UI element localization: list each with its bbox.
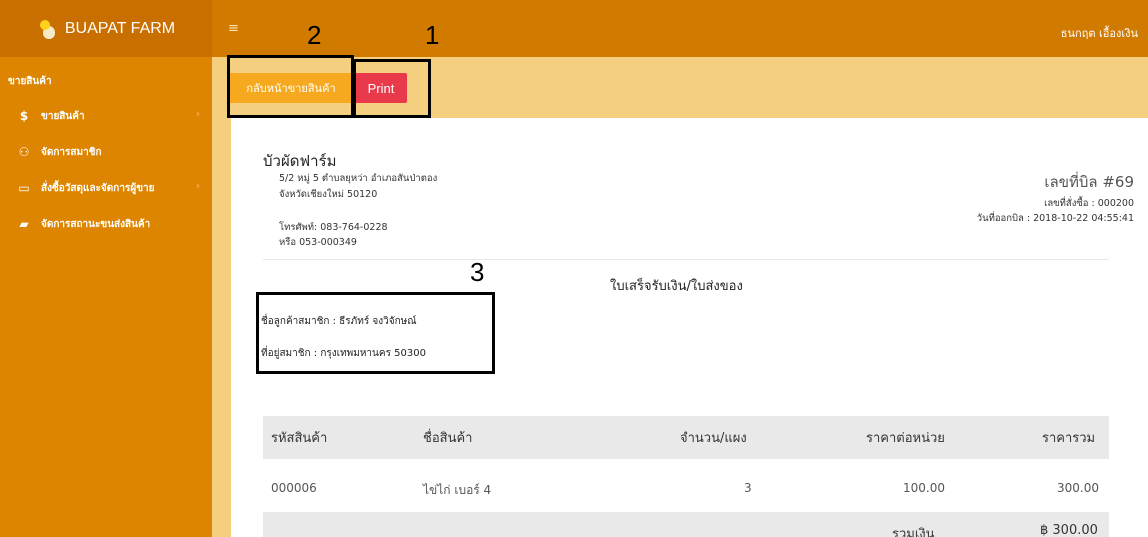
table-cell-qty: 3 bbox=[744, 481, 752, 495]
sidebar-item-label: ขายสินค้า bbox=[41, 110, 85, 122]
column-header: ราคารวม bbox=[1042, 431, 1096, 446]
annotation-box-2 bbox=[227, 55, 354, 118]
truck-icon: ▰ bbox=[19, 217, 29, 231]
receipt-title: ใบเสร็จรับเงิน/ใบส่งของ bbox=[610, 279, 743, 294]
issue-date: วันที่ออกบิล : 2018-10-22 04:55:41 bbox=[976, 213, 1134, 224]
sidebar-item-label: สั่งซื้อวัสดุและจัดการผู้ขาย bbox=[41, 182, 155, 194]
chevron-right-icon: › bbox=[195, 109, 200, 120]
table-cell-unit-price: 100.00 bbox=[903, 481, 945, 495]
annotation-number-3: 3 bbox=[470, 257, 485, 287]
annotation-number-2: 2 bbox=[307, 20, 322, 50]
sidebar-item-label: จัดการสถานะขนส่งสินค้า bbox=[41, 218, 151, 230]
table-cell-name: ไข่ไก่ เบอร์ 4 bbox=[423, 483, 492, 497]
annotation-box-3 bbox=[256, 292, 495, 374]
sidebar-heading: ขายสินค้า bbox=[8, 76, 52, 87]
sidebar-item-purchase[interactable]: ▭ สั่งซื้อวัสดุและจัดการผู้ขาย › bbox=[0, 178, 212, 198]
total-row bbox=[263, 512, 1109, 537]
total-value: ฿ 300.00 bbox=[1040, 523, 1098, 537]
divider bbox=[263, 259, 1109, 260]
table-cell-total: 300.00 bbox=[1057, 481, 1099, 495]
annotation-box-1 bbox=[353, 59, 431, 118]
user-name[interactable]: ธนกฤต เอื้องเงิน bbox=[1061, 24, 1138, 42]
column-header: ชื่อสินค้า bbox=[423, 431, 473, 446]
menu-toggle-icon[interactable]: ≡ bbox=[228, 22, 239, 35]
table-cell-code: 000006 bbox=[271, 481, 317, 495]
sidebar: ขายสินค้า $ ขายสินค้า › ⚇ จัดการสมาชิก ▭… bbox=[0, 57, 212, 537]
total-label: รวมเงิน bbox=[892, 527, 935, 537]
brand-title: BUAPAT FARM bbox=[64, 19, 176, 37]
farm-name: บัวผัดฟาร์ม bbox=[263, 152, 337, 170]
address-line: 5/2 หมู่ 5 ตำบลยุหว่า อำเภอสันป่าตอง bbox=[279, 173, 438, 184]
sidebar-item-sell[interactable]: $ ขายสินค้า › bbox=[0, 106, 212, 126]
chevron-right-icon: › bbox=[195, 181, 200, 192]
chick-egg-logo-icon bbox=[37, 18, 59, 40]
brand-logo[interactable]: BUAPAT FARM bbox=[0, 0, 212, 57]
phone-line: โทรศัพท์: 083-764-0228 bbox=[279, 222, 388, 233]
sidebar-item-members[interactable]: ⚇ จัดการสมาชิก bbox=[0, 142, 212, 162]
sidebar-item-label: จัดการสมาชิก bbox=[41, 146, 102, 158]
bill-number: เลขที่บิล #69 bbox=[1044, 173, 1134, 191]
user-icon: ⚇ bbox=[18, 145, 30, 159]
phone-line: หรือ 053-000349 bbox=[279, 237, 357, 248]
column-header: จำนวน/แผง bbox=[680, 431, 747, 446]
column-header: ราคาต่อหน่วย bbox=[866, 431, 945, 446]
sidebar-item-shipping[interactable]: ▰ จัดการสถานะขนส่งสินค้า bbox=[0, 214, 212, 234]
dollar-icon: $ bbox=[19, 109, 29, 123]
address-line: จังหวัดเชียงใหม่ 50120 bbox=[279, 189, 378, 200]
column-header: รหัสสินค้า bbox=[271, 431, 328, 446]
annotation-number-1: 1 bbox=[425, 20, 440, 50]
folder-open-icon: ▭ bbox=[18, 181, 30, 195]
order-number: เลขที่สั่งซื้อ : 000200 bbox=[1044, 198, 1134, 209]
